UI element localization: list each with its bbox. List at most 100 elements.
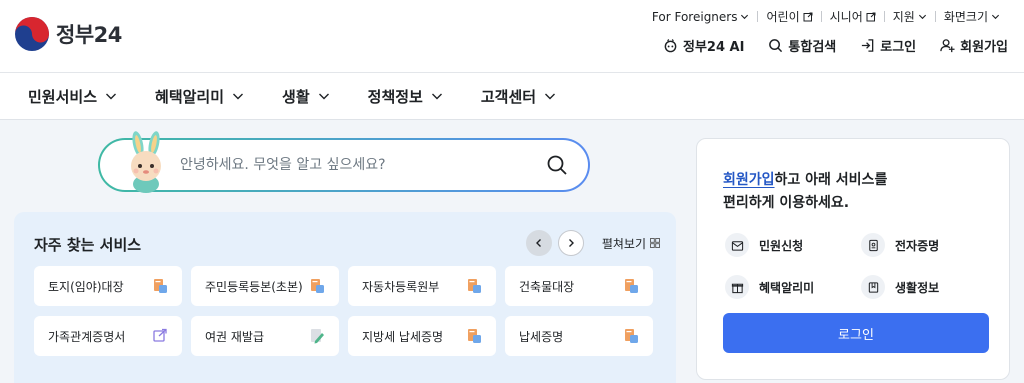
grid-icon: [650, 238, 660, 248]
integrated-search-label: 통합검색: [788, 40, 837, 55]
service-label: 자동차등록원부: [362, 279, 440, 294]
life-info-link[interactable]: 생활정보: [861, 275, 991, 299]
for-foreigners-label: For Foreigners: [651, 9, 738, 24]
ai-bot-icon: [664, 39, 677, 53]
logo-text-number: 24: [93, 23, 123, 47]
e-certificate-link[interactable]: 전자증명: [861, 233, 991, 257]
document-pen-icon: [311, 329, 324, 344]
external-link-icon: [866, 12, 876, 21]
document-stamp-icon: [468, 329, 481, 343]
service-item[interactable]: 자동차등록원부: [348, 266, 496, 306]
login-panel-links: 민원신청 전자증명 혜택알리미 생활정보: [725, 233, 995, 299]
senior-link[interactable]: 시니어: [822, 8, 884, 25]
logo-text-main: 정부: [56, 23, 94, 47]
integrated-search-button[interactable]: 통합검색: [768, 36, 836, 55]
service-label: 건축물대장: [519, 279, 575, 294]
nav-label: 혜택알리미: [155, 87, 225, 106]
chevron-down-icon: [106, 93, 117, 100]
service-item[interactable]: 납세증명: [505, 316, 653, 356]
document-stamp-icon: [311, 279, 324, 293]
search-icon: [769, 39, 783, 53]
chevron-down-icon: [741, 14, 749, 20]
kids-link[interactable]: 어린이: [758, 8, 820, 25]
chevron-down-icon: [991, 14, 1000, 20]
nav-customer-center[interactable]: 고객센터: [481, 86, 556, 107]
e-certificate-label: 전자증명: [895, 238, 940, 253]
login-button[interactable]: 로그인: [723, 313, 989, 353]
login-label: 로그인: [880, 40, 917, 55]
login-icon: [862, 39, 874, 52]
gov24-ai-button[interactable]: 정부24 AI: [663, 36, 744, 55]
service-label: 여권 재발급: [205, 329, 265, 344]
chevron-down-icon: [545, 93, 556, 100]
service-item[interactable]: 가족관계증명서: [34, 316, 182, 356]
prev-button[interactable]: [525, 230, 552, 256]
document-stamp-icon: [468, 279, 481, 293]
support-menu[interactable]: 지원: [885, 8, 935, 25]
external-link-icon: [153, 328, 167, 342]
life-info-label: 생활정보: [895, 280, 940, 295]
for-foreigners-menu[interactable]: For Foreigners: [644, 10, 758, 24]
document-stamp-icon: [625, 329, 638, 343]
service-item[interactable]: 건축물대장: [505, 266, 653, 306]
nav-civil-services[interactable]: 민원서비스: [28, 86, 117, 107]
site-logo[interactable]: 정부24: [14, 16, 122, 52]
search-input[interactable]: [180, 157, 546, 173]
service-item[interactable]: 토지(임야)대장: [34, 266, 182, 306]
login-panel-message-line2: 편리하게 이용하세요.: [723, 195, 850, 211]
service-label: 가족관계증명서: [48, 329, 126, 344]
nav-life[interactable]: 생활: [282, 86, 330, 107]
expand-view-label: 펼쳐보기: [601, 236, 646, 251]
taegeuk-logo-icon: [15, 17, 49, 51]
service-item[interactable]: 여권 재발급: [191, 316, 339, 356]
service-item[interactable]: 지방세 납세증명: [348, 316, 496, 356]
chevron-right-icon: [568, 239, 574, 247]
senior-label: 시니어: [829, 10, 863, 24]
screen-size-label: 화면크기: [943, 10, 988, 24]
service-label: 토지(임야)대장: [48, 279, 124, 294]
user-add-icon: [940, 39, 955, 53]
gov24-ai-label: 정부24 AI: [682, 40, 745, 55]
nav-label: 고객센터: [480, 87, 537, 106]
service-item[interactable]: 주민등록등본(초본): [191, 266, 339, 306]
signup-link[interactable]: 회원가입: [940, 36, 1008, 55]
screen-size-menu[interactable]: 화면크기: [936, 8, 1008, 25]
frequent-services-controls: 펼쳐보기: [525, 230, 660, 256]
search-icon[interactable]: [546, 154, 568, 176]
external-link-icon: [803, 12, 813, 21]
login-link[interactable]: 로그인: [860, 36, 916, 55]
expand-view-button[interactable]: 펼쳐보기: [602, 235, 660, 252]
chevron-left-icon: [535, 239, 541, 247]
nav-label: 생활: [282, 87, 310, 106]
main-actions: 정부24 AI 통합검색 로그인 회원가입: [663, 36, 1008, 55]
service-label: 납세증명: [519, 329, 564, 344]
logo-text: 정부24: [56, 19, 122, 49]
support-label: 지원: [892, 10, 915, 24]
chevron-down-icon: [233, 93, 244, 100]
login-panel-message-rest: 하고 아래 서비스를: [774, 172, 888, 188]
next-button[interactable]: [557, 230, 584, 256]
nav-label: 민원서비스: [28, 87, 98, 106]
certificate-icon: [861, 233, 885, 257]
civil-application-link[interactable]: 민원신청: [725, 233, 861, 257]
frequent-services-panel: 자주 찾는 서비스 펼쳐보기 토지(임야)대장 주민등록등본(초본) 자동차등록…: [14, 212, 676, 383]
benefit-alert-link[interactable]: 혜택알리미: [725, 275, 861, 299]
nav-label: 정책정보: [367, 87, 423, 106]
chevron-down-icon: [318, 93, 329, 100]
service-label: 주민등록등본(초본): [205, 279, 303, 294]
document-stamp-icon: [625, 279, 638, 293]
nav-policy-info[interactable]: 정책정보: [368, 86, 443, 107]
chevron-down-icon: [431, 93, 442, 100]
civil-application-label: 민원신청: [759, 238, 804, 253]
bookmark-icon: [861, 275, 885, 299]
site-header: 정부24 For Foreigners 어린이 시니어 지원 화면크기 정부24…: [0, 0, 1024, 72]
login-panel-message: 회원가입하고 아래 서비스를 편리하게 이용하세요.: [723, 169, 887, 215]
service-label: 지방세 납세증명: [362, 329, 444, 344]
chevron-down-icon: [918, 14, 926, 20]
login-panel: 회원가입하고 아래 서비스를 편리하게 이용하세요. 민원신청 전자증명 혜택알…: [696, 138, 1010, 380]
signup-label: 회원가입: [960, 40, 1008, 55]
nav-benefit-alert[interactable]: 혜택알리미: [155, 86, 244, 107]
signup-inline-link[interactable]: 회원가입: [723, 172, 775, 188]
mail-icon: [725, 233, 749, 257]
kids-label: 어린이: [766, 10, 800, 24]
